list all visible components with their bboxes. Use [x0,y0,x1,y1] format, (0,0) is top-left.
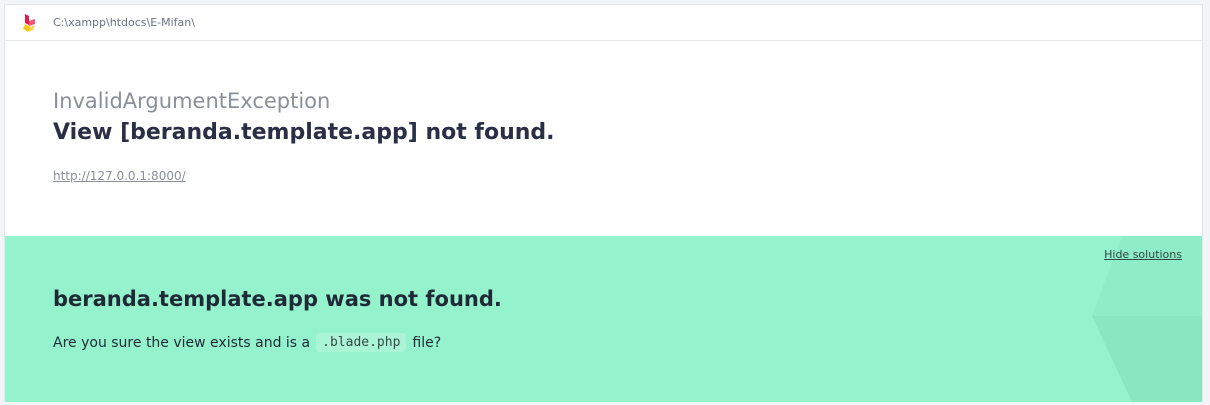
solution-text-after: file? [412,334,442,351]
exception-message: View [beranda.template.app] not found. [53,120,555,145]
error-page: C:\xampp\htdocs\E-Mifan\ InvalidArgument… [4,4,1203,402]
solution-text-before: Are you sure the view exists and is a [53,334,311,351]
topbar: C:\xampp\htdocs\E-Mifan\ [5,5,1202,41]
solution-title: beranda.template.app was not found. [53,287,502,311]
project-path: C:\xampp\htdocs\E-Mifan\ [53,16,195,29]
hide-solutions-link[interactable]: Hide solutions [1104,248,1182,261]
exception-class: InvalidArgumentException [53,89,331,113]
solution-code: .blade.php [316,333,407,352]
ignition-logo-icon [23,14,35,32]
solution-panel: Hide solutions beranda.template.app was … [5,236,1202,402]
solution-description: Are you sure the view exists and is a .b… [53,333,441,352]
request-url-link[interactable]: http://127.0.0.1:8000/ [53,169,186,183]
